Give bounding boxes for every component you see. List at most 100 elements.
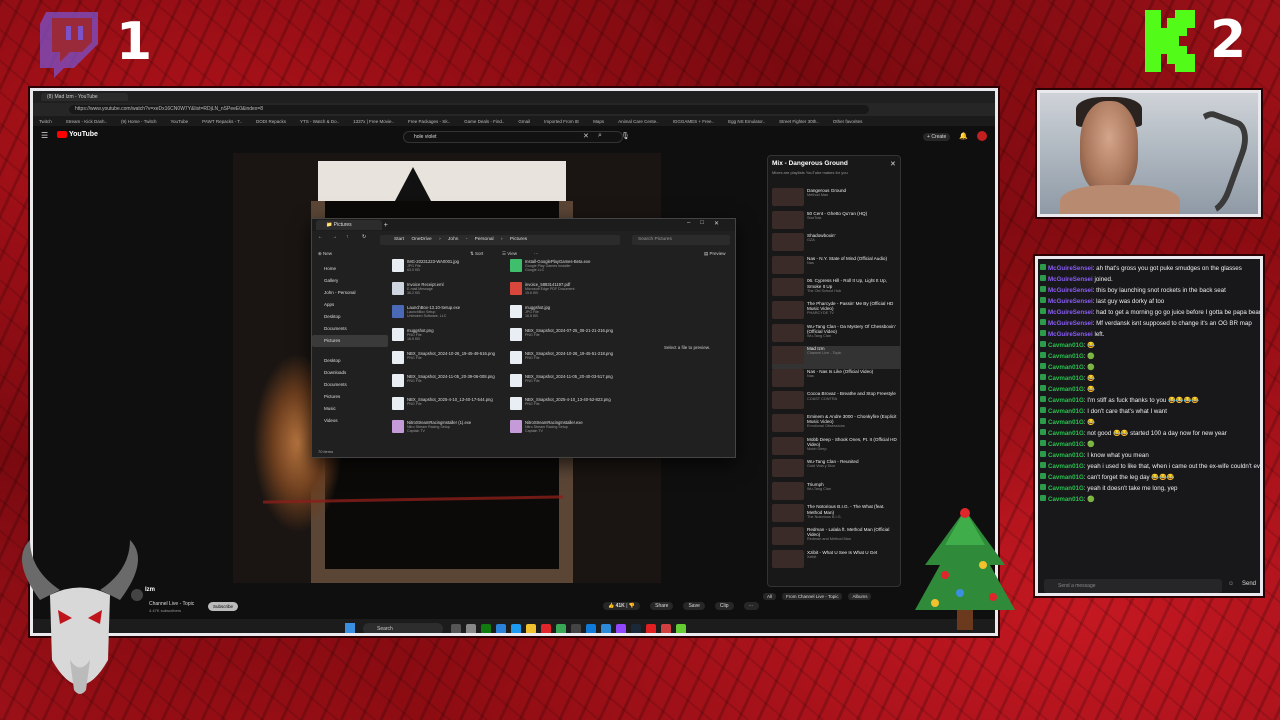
sidebar-item[interactable]: Apps (312, 299, 388, 311)
browser-icon[interactable] (601, 624, 611, 633)
bookmark-item[interactable]: Stream - Kick Dash.. (66, 119, 107, 124)
youtube-search-input[interactable]: hole violet (403, 131, 623, 143)
explorer-search-input[interactable]: Search Pictures (632, 235, 730, 245)
chat-username[interactable]: Cavman01G (1048, 353, 1084, 360)
chat-username[interactable]: Cavman01G (1048, 430, 1084, 437)
bookmark-item[interactable]: DODI Repacks (256, 119, 286, 124)
bookmark-item[interactable]: Animal Care Cente.. (618, 119, 659, 124)
playlist-item[interactable]: Xzibit - What U See Is What U Get Xzibit (772, 549, 900, 573)
playlist-item[interactable]: Nas - N.Y. State of Mind (Official Audio… (772, 255, 900, 279)
bookmark-item[interactable]: YTS - Watch & Do.. (300, 119, 339, 124)
playlist-item[interactable]: The Notorious B.I.G. - The What (feat. M… (772, 504, 900, 527)
chat-username[interactable]: Cavman01G (1048, 463, 1084, 470)
chat-username[interactable]: McGuireSensei (1048, 287, 1093, 294)
view-button[interactable]: ☰ View (502, 251, 517, 257)
file-item[interactable]: Invoice Receipt.eml E-mail Message 36.2 KB (392, 282, 510, 302)
file-item[interactable]: NitroStreamRacingInstaller (1).exe Nitro … (392, 420, 510, 440)
back-icon[interactable]: ← (318, 235, 323, 240)
chat-username[interactable]: Cavman01G (1048, 474, 1084, 481)
maximize-icon[interactable]: □ (700, 220, 704, 227)
filter-chip[interactable]: Albums (848, 593, 872, 600)
breadcrumb[interactable]: Start OneDrive › John - Personal › Pictu… (380, 235, 620, 245)
file-item[interactable]: NitroStreamRacingInstaller.exe Nitro Stre… (510, 420, 628, 440)
chat-username[interactable]: Cavman01G (1048, 496, 1084, 503)
playlist-item[interactable]: 06. Cypress Hill - Roll It Up, Light It … (772, 278, 900, 301)
close-window-icon[interactable]: ✕ (714, 220, 719, 227)
taskbar-search[interactable]: Search (363, 623, 443, 633)
address-bar[interactable]: https://www.youtube.com/watch?v=xeDx16CN… (69, 105, 869, 114)
terminal-icon[interactable] (571, 624, 581, 633)
mic-icon[interactable]: 🎙 (621, 132, 630, 140)
recorder-icon[interactable] (661, 624, 671, 633)
chat-username[interactable]: Cavman01G (1048, 408, 1084, 415)
playlist-item[interactable]: Cocoa Brovaz - Breathe and Stop Freestyl… (772, 391, 900, 414)
playlist-item[interactable]: Triumph Wu-Tang Clan (772, 481, 900, 505)
breadcrumb-item[interactable]: John - Personal (448, 237, 494, 242)
edge-icon[interactable] (496, 624, 506, 633)
file-item[interactable]: muggshot.png PNG File 16.5 KB (392, 328, 510, 348)
playlist-item[interactable]: 50 Cent - Ghetto Qu'ran (HQ) StarTrak (772, 210, 900, 234)
chat-username[interactable]: Cavman01G (1048, 441, 1084, 448)
xbox-icon[interactable] (481, 624, 491, 633)
sidebar-item[interactable]: Documents (312, 379, 388, 391)
chat-username[interactable]: McGuireSensei (1048, 276, 1093, 283)
sidebar-item[interactable]: Home (312, 263, 388, 275)
playlist-item[interactable]: Shadowboxin' GZA (772, 233, 900, 256)
file-item[interactable]: NBX_Snapshot_2024-07-25_06-21-21-216.png… (510, 328, 628, 348)
chat-username[interactable]: Cavman01G (1048, 386, 1084, 393)
bookmark-item[interactable]: YouTube (170, 119, 188, 124)
folder-icon[interactable] (526, 624, 536, 633)
chat-username[interactable]: Cavman01G (1048, 485, 1084, 492)
forward-icon[interactable]: → (332, 235, 337, 240)
chat-username[interactable]: Cavman01G (1048, 342, 1084, 349)
bookmark-item[interactable]: (9) Home - Twitch (121, 119, 156, 124)
save-button[interactable]: Save (683, 602, 705, 610)
search-icon[interactable]: ⌕ (598, 132, 602, 140)
sidebar-item[interactable]: Desktop (312, 355, 388, 367)
explorer-tab[interactable]: 📁 Pictures (316, 220, 382, 230)
sort-button[interactable]: ⇅ Sort (470, 251, 483, 257)
sidebar-item[interactable]: Pictures (312, 335, 388, 347)
emote-icon[interactable]: ☺ (1228, 581, 1234, 587)
like-button[interactable]: 👍 41K | 👎 (603, 602, 641, 610)
more-options-icon[interactable]: ⋯ (534, 251, 539, 257)
file-item[interactable]: NBX_Snapshot_2024-11-05_20-39-06-008.png… (392, 374, 510, 394)
file-item[interactable]: IMG-20231223-WA0001.jpg JPG File 63.0 KB (392, 259, 510, 279)
up-icon[interactable]: ↑ (346, 235, 348, 240)
app-icon[interactable] (511, 624, 521, 633)
new-tab-icon[interactable]: + (384, 222, 388, 229)
bookmark-item[interactable]: Egg NS Emulator.. (728, 119, 765, 124)
new-button[interactable]: ⊕ New (318, 251, 332, 257)
create-button[interactable]: + Create (923, 133, 951, 141)
bookmark-item[interactable]: Imported From IE (544, 119, 579, 124)
sidebar-item[interactable]: Downloads (312, 367, 388, 379)
more-button[interactable]: ⋯ (743, 602, 759, 610)
file-item[interactable]: NBX_Snapshot_2024-10-26_19-45-51-218.png… (510, 351, 628, 371)
file-item[interactable]: muggshot.jpg JPG File 16.5 KB (510, 305, 628, 325)
refresh-icon[interactable]: ↻ (362, 235, 366, 240)
send-button[interactable]: Send (1242, 581, 1256, 587)
chat-username[interactable]: McGuireSensei (1048, 320, 1093, 327)
store-icon[interactable] (466, 624, 476, 633)
obs-icon[interactable] (646, 624, 656, 633)
chat-input[interactable]: Send a message (1044, 579, 1222, 593)
playlist-item[interactable]: Redman - Lalala ft. Method Man (Official… (772, 526, 900, 550)
bookmark-item[interactable]: Street Fighter 30th.. (779, 119, 819, 124)
chat-username[interactable]: Cavman01G (1048, 397, 1084, 404)
breadcrumb-item[interactable]: Pictures (510, 237, 527, 242)
youtube-app-icon[interactable] (541, 624, 551, 633)
sidebar-item[interactable]: Desktop (312, 311, 388, 323)
sidebar-item[interactable]: Documents (312, 323, 388, 335)
file-item[interactable]: NBX_Snapshot_2025-4-10_13-40-17-544.png P… (392, 397, 510, 417)
file-item[interactable]: invoice_5883141197.pdf Microsoft Edge PDF… (510, 282, 628, 302)
close-icon[interactable]: ✕ (890, 160, 896, 168)
bookmark-item[interactable]: Maps (593, 119, 604, 124)
chat-username[interactable]: McGuireSensei (1048, 309, 1093, 316)
file-item[interactable]: LaunchBox-13.10-Setup.exe LaunchBox Setup… (392, 305, 510, 325)
preview-button[interactable]: ▤ Preview (704, 251, 726, 257)
bookmark-item[interactable]: 1337x | Free Movie.. (353, 119, 394, 124)
youtube-logo[interactable]: YouTube (57, 131, 98, 138)
outlook-icon[interactable] (586, 624, 596, 633)
chat-username[interactable]: Cavman01G (1048, 419, 1084, 426)
chrome-icon[interactable] (556, 624, 566, 633)
